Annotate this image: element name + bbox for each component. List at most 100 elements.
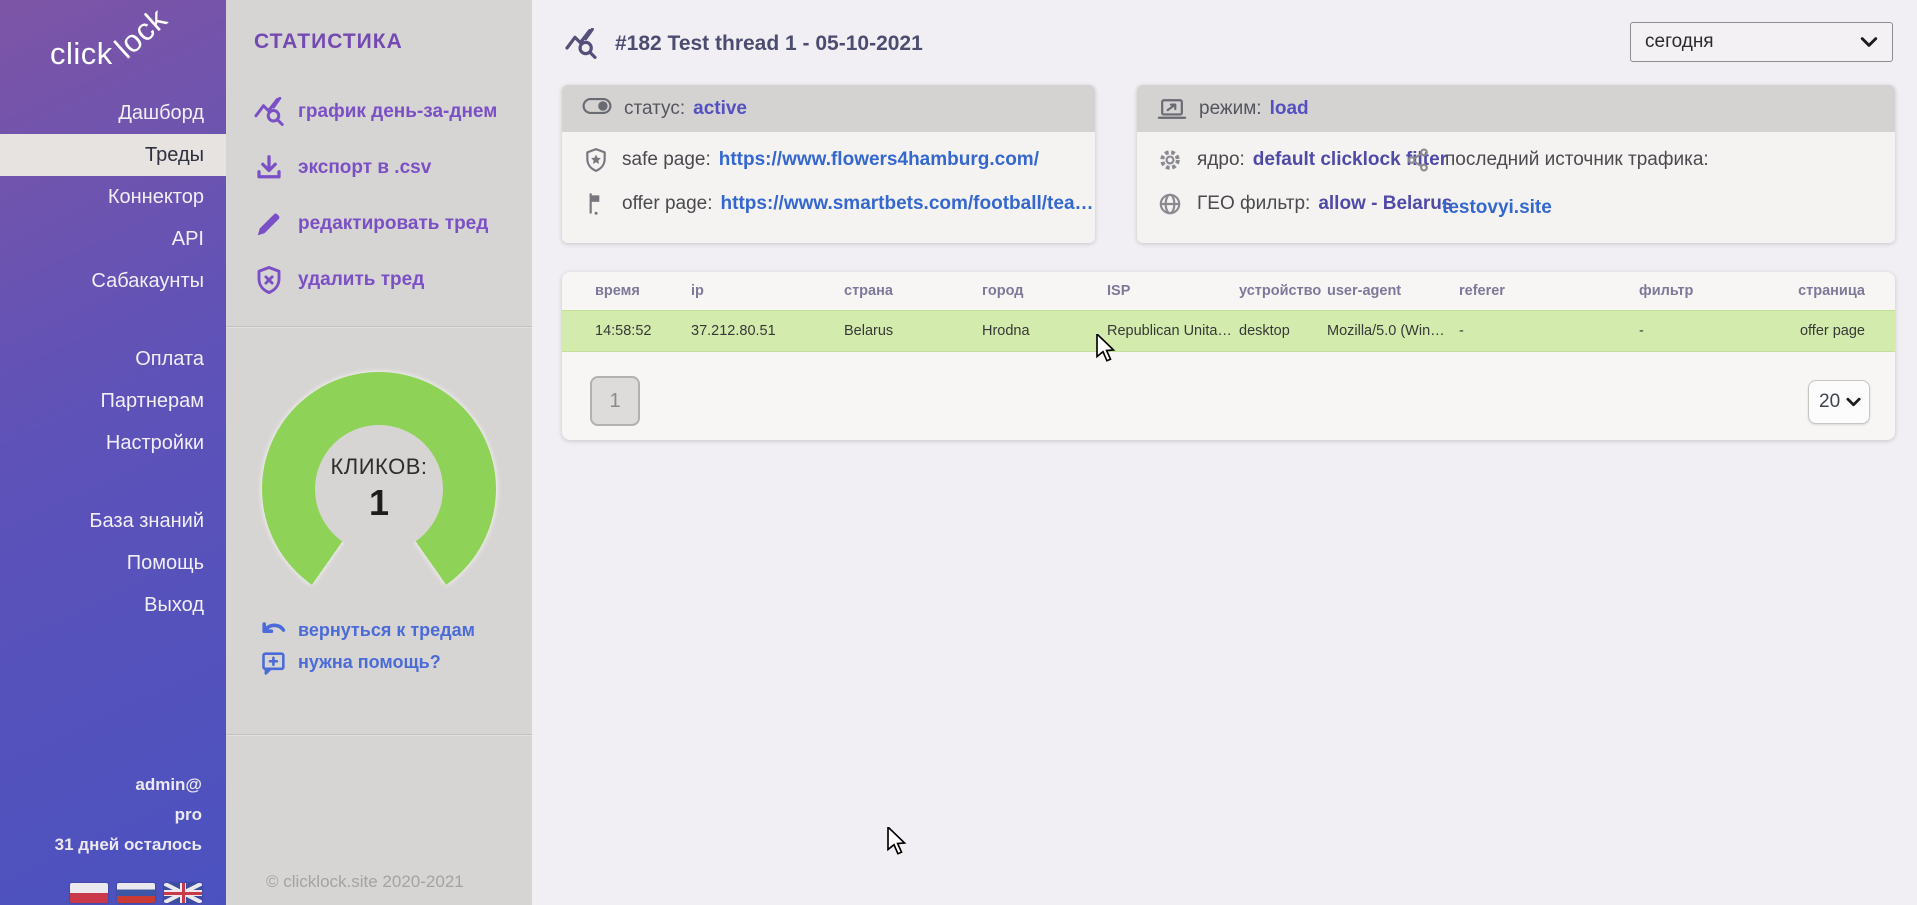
pencil-icon <box>254 209 288 239</box>
mode-label: режим: <box>1199 98 1262 120</box>
offer-page-label: offer page: <box>622 193 713 215</box>
sidebar-item-connector[interactable]: Коннектор <box>0 176 226 218</box>
mode-card-header: режим: load <box>1137 85 1895 132</box>
poland-flag-icon[interactable] <box>70 883 108 903</box>
cell-country: Belarus <box>844 323 982 339</box>
action-label: удалить тред <box>298 269 424 291</box>
page-header: #182 Test thread 1 - 05-10-2021 <box>565 28 923 60</box>
sidebar-item-help[interactable]: Помощь <box>0 542 226 584</box>
toggle-icon <box>582 97 612 121</box>
table-row[interactable]: 14:58:52 37.212.80.51 Belarus Hrodna Rep… <box>562 310 1895 352</box>
col-country: страна <box>844 283 982 299</box>
cell-city: Hrodna <box>982 323 1107 339</box>
sidebar-item-settings[interactable]: Настройки <box>0 422 226 464</box>
status-value: active <box>693 98 747 120</box>
col-isp: ISP <box>1107 283 1239 299</box>
pagination-page-1-button[interactable]: 1 <box>590 376 640 426</box>
sidebar-item-knowledge-base[interactable]: База знаний <box>0 500 226 542</box>
clicklock-logo[interactable]: click lock <box>50 14 200 74</box>
language-switcher <box>70 883 202 903</box>
gauge-center: КЛИКОВ: 1 <box>315 425 443 553</box>
shield-star-icon <box>582 147 610 173</box>
period-select-value: сегодня <box>1645 31 1860 53</box>
sidebar-item-payment[interactable]: Оплата <box>0 338 226 380</box>
back-to-threads-link[interactable]: вернуться к тредам <box>260 614 475 646</box>
traffic-source-label: последний источник трафика: <box>1445 149 1709 171</box>
logo-text-click: click <box>50 36 113 72</box>
sidebar-item-api[interactable]: API <box>0 218 226 260</box>
russia-flag-icon[interactable] <box>117 883 155 903</box>
cell-isp: Republican Unita… <box>1107 323 1239 339</box>
safe-page-label: safe page: <box>622 149 711 171</box>
status-card: статус: active safe page: https://www.fl… <box>562 85 1095 243</box>
col-user-agent: user-agent <box>1327 283 1459 299</box>
traffic-source-row: последний источник трафика: <box>1405 147 1717 173</box>
mode-card: режим: load ядро: default clicklock filt… <box>1137 85 1895 243</box>
account-email: admin@ <box>0 770 202 800</box>
page-title: #182 Test thread 1 - 05-10-2021 <box>615 32 923 56</box>
offer-page-link[interactable]: https://www.smartbets.com/football/tea… <box>721 193 1094 215</box>
cell-ip: 37.212.80.51 <box>691 323 844 339</box>
action-edit-thread[interactable]: редактировать тред <box>254 196 497 252</box>
col-referer: referer <box>1459 283 1639 299</box>
status-label: статус: <box>624 98 685 120</box>
action-delete-thread[interactable]: удалить тред <box>254 252 497 308</box>
uk-flag-icon[interactable] <box>164 883 202 903</box>
col-filter: фильтр <box>1639 283 1789 299</box>
stats-actions: график день-за-днем экспорт в .csv редак… <box>254 84 497 308</box>
period-select[interactable]: сегодня <box>1630 22 1893 62</box>
action-label: редактировать тред <box>298 213 488 235</box>
table-header-row: время ip страна город ISP устройство use… <box>562 272 1895 310</box>
help-bubble-icon <box>260 650 290 674</box>
screen-share-icon <box>1157 97 1187 121</box>
cell-filter: - <box>1639 323 1789 339</box>
mouse-cursor <box>886 827 908 857</box>
stats-panel: СТАТИСТИКА график день-за-днем экспорт в… <box>226 0 532 905</box>
account-plan: pro <box>0 800 202 830</box>
sidebar-item-dashboard[interactable]: Дашборд <box>0 92 226 134</box>
clicks-table-card: время ip страна город ISP устройство use… <box>562 272 1895 440</box>
core-row: ядро: default clicklock filter <box>1157 147 1447 173</box>
offer-page-row: offer page: https://www.smartbets.com/fo… <box>582 191 1094 217</box>
sidebar-item-partners[interactable]: Партнерам <box>0 380 226 422</box>
undo-icon <box>260 618 290 642</box>
sidebar-item-threads[interactable]: Треды <box>0 134 226 176</box>
gear-icon <box>1157 147 1185 173</box>
account-days-left: 31 дней осталось <box>0 830 202 860</box>
globe-icon <box>1157 191 1185 217</box>
main-content: #182 Test thread 1 - 05-10-2021 сегодня … <box>532 0 1917 905</box>
safe-page-row: safe page: https://www.flowers4hamburg.c… <box>582 147 1039 173</box>
page-size-select[interactable]: 20 <box>1808 380 1870 424</box>
gauge-label: КЛИКОВ: <box>330 454 427 480</box>
sidebar-nav: Дашборд Треды Коннектор API Сабакаунты О… <box>0 92 226 626</box>
share-icon <box>1405 147 1433 173</box>
geo-filter-row: ГЕО фильтр: allow - Belarus <box>1157 191 1452 217</box>
col-ip: ip <box>691 283 844 299</box>
stats-panel-title: СТАТИСТИКА <box>254 30 403 54</box>
sidebar-item-logout[interactable]: Выход <box>0 584 226 626</box>
gauge-value: 1 <box>369 482 389 524</box>
copyright-text: © clicklock.site 2020-2021 <box>266 872 464 892</box>
divider <box>226 326 532 327</box>
flag-icon <box>582 191 610 217</box>
shield-x-icon <box>254 265 288 295</box>
status-card-header: статус: active <box>562 85 1095 132</box>
need-help-link[interactable]: нужна помощь? <box>260 646 475 678</box>
cell-time: 14:58:52 <box>595 323 691 339</box>
cell-user-agent: Mozilla/5.0 (Win… <box>1327 323 1459 339</box>
action-daily-chart[interactable]: график день-за-днем <box>254 84 497 140</box>
core-label: ядро: <box>1197 149 1245 171</box>
sidebar-item-subaccounts[interactable]: Сабакаунты <box>0 260 226 302</box>
logo-text-lock: lock <box>108 1 175 66</box>
safe-page-link[interactable]: https://www.flowers4hamburg.com/ <box>719 149 1039 171</box>
action-export-csv[interactable]: экспорт в .csv <box>254 140 497 196</box>
traffic-source-link[interactable]: testovyi.site <box>1442 197 1552 219</box>
cell-device: desktop <box>1239 323 1327 339</box>
col-page: страница <box>1789 283 1865 299</box>
stats-links: вернуться к тредам нужна помощь? <box>260 614 475 678</box>
divider <box>226 734 532 735</box>
cell-referer: - <box>1459 323 1639 339</box>
chart-search-icon <box>565 28 601 60</box>
col-city: город <box>982 283 1107 299</box>
mode-value: load <box>1270 98 1309 120</box>
